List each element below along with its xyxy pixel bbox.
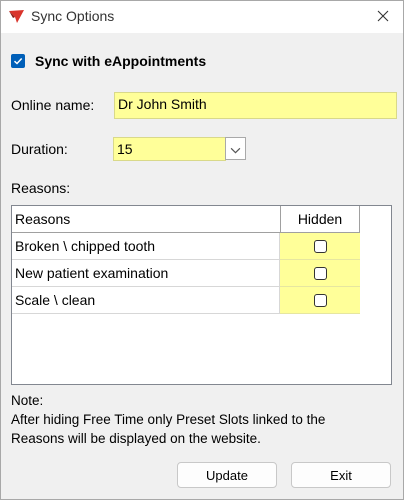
online-name-field[interactable]: Dr John Smith (114, 92, 397, 119)
note-line: After hiding Free Time only Preset Slots… (11, 412, 326, 427)
grid-header: Reasons Hidden (12, 206, 360, 233)
table-row[interactable]: New patient examination (12, 260, 360, 287)
duration-field[interactable]: 15 (113, 137, 226, 161)
hidden-checkbox[interactable] (313, 266, 327, 280)
reason-cell[interactable]: Scale \ clean (12, 287, 280, 314)
update-button[interactable]: Update (177, 462, 277, 488)
column-header-hidden[interactable]: Hidden (280, 206, 360, 232)
table-row[interactable]: Broken \ chipped tooth (12, 233, 360, 260)
hidden-checkbox[interactable] (313, 239, 327, 253)
reasons-grid[interactable]: Reasons Hidden Broken \ chipped tooth Ne… (11, 205, 392, 385)
hidden-cell[interactable] (280, 260, 360, 287)
online-name-label: Online name: (11, 97, 95, 113)
note-heading: Note: (11, 393, 44, 408)
chevron-down-icon (230, 141, 241, 157)
sync-eappointments-label: Sync with eAppointments (35, 53, 207, 69)
table-row[interactable]: Scale \ clean (12, 287, 360, 314)
sync-eappointments-checkbox[interactable] (11, 54, 25, 68)
hidden-cell[interactable] (280, 287, 360, 314)
reason-cell[interactable]: New patient examination (12, 260, 280, 287)
sync-eappointments-row[interactable]: Sync with eAppointments (11, 53, 206, 69)
checkmark-icon (13, 57, 23, 65)
hidden-checkbox[interactable] (313, 293, 327, 307)
duration-label: Duration: (11, 141, 68, 157)
exit-button[interactable]: Exit (291, 462, 391, 488)
reasons-section-label: Reasons: (11, 180, 71, 196)
title-bar[interactable]: Sync Options (1, 1, 403, 33)
duration-dropdown-button[interactable] (225, 137, 246, 160)
close-button[interactable] (363, 1, 403, 33)
hidden-cell[interactable] (280, 233, 360, 260)
column-divider (359, 206, 360, 233)
note-line: Reasons will be displayed on the website… (11, 431, 261, 446)
sync-options-dialog: Sync Options Sync with eAppointments Onl… (0, 0, 404, 500)
close-icon (377, 9, 389, 25)
reason-cell[interactable]: Broken \ chipped tooth (12, 233, 280, 260)
window-title: Sync Options (31, 8, 115, 24)
note-text: Note: After hiding Free Time only Preset… (11, 391, 399, 448)
column-header-reasons[interactable]: Reasons (15, 206, 70, 232)
app-logo-icon (8, 9, 25, 24)
